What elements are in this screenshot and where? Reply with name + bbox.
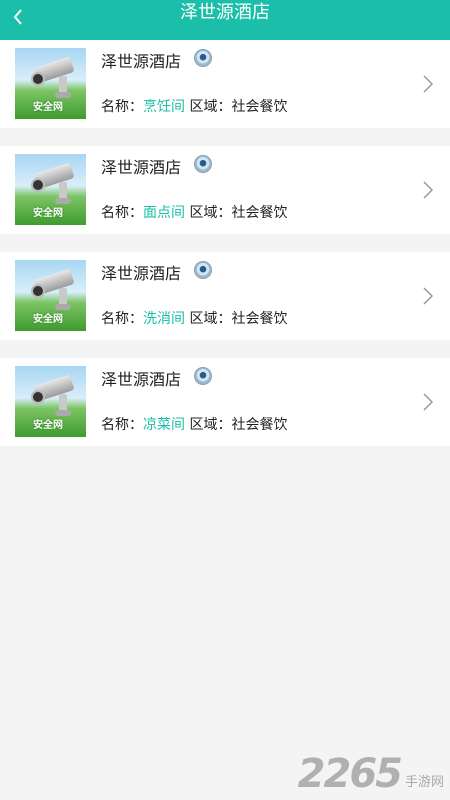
chevron-right-icon [423, 287, 434, 305]
name-label: 名称： [101, 417, 143, 433]
webcam-icon [194, 261, 212, 279]
room-name: 洗消间 [143, 311, 185, 327]
room-name: 面点间 [143, 205, 185, 221]
thumbnail-logo-text: 安全网 [33, 208, 63, 219]
area-label: 区域： [189, 205, 232, 221]
list-item[interactable]: 安全网 泽世源酒店 名称：烹饪间 区域：社会餐饮 [0, 40, 450, 128]
camera-thumbnail: 安全网 [15, 154, 86, 225]
area-label: 区域： [189, 99, 232, 115]
room-name: 烹饪间 [143, 99, 185, 115]
page-title: 泽世源酒店 [180, 2, 270, 23]
chevron-right-icon [423, 393, 434, 411]
area-label: 区域： [189, 311, 232, 327]
thumbnail-logo-text: 安全网 [33, 420, 63, 431]
webcam-icon [194, 155, 212, 173]
item-meta: 名称：洗消间 区域：社会餐饮 [101, 308, 287, 328]
item-meta: 名称：面点间 区域：社会餐饮 [101, 202, 287, 222]
list-item[interactable]: 安全网 泽世源酒店 名称：洗消间 区域：社会餐饮 [0, 252, 450, 340]
webcam-icon [194, 49, 212, 67]
watermark-number: 2265 [297, 751, 403, 797]
area-label: 区域： [189, 417, 232, 433]
item-title: 泽世源酒店 [101, 264, 182, 283]
room-name: 凉菜间 [143, 417, 185, 433]
area-value: 社会餐饮 [231, 311, 288, 327]
item-meta: 名称：凉菜间 区域：社会餐饮 [101, 414, 287, 434]
list-item[interactable]: 安全网 泽世源酒店 名称：面点间 区域：社会餐饮 [0, 146, 450, 234]
item-title: 泽世源酒店 [101, 52, 182, 71]
chevron-right-icon [423, 75, 434, 93]
webcam-icon [194, 367, 212, 385]
area-value: 社会餐饮 [231, 205, 288, 221]
watermark-text: 手游网 [404, 775, 444, 790]
app-header: 泽世源酒店 [0, 0, 450, 40]
name-label: 名称： [101, 311, 143, 327]
camera-thumbnail: 安全网 [15, 48, 86, 119]
camera-thumbnail: 安全网 [15, 260, 86, 331]
item-title: 泽世源酒店 [101, 158, 182, 177]
watermark: 2265 手游网 [298, 754, 444, 794]
camera-thumbnail: 安全网 [15, 366, 86, 437]
list-item[interactable]: 安全网 泽世源酒店 名称：凉菜间 区域：社会餐饮 [0, 358, 450, 446]
chevron-right-icon [423, 181, 434, 199]
name-label: 名称： [101, 99, 143, 115]
item-title: 泽世源酒店 [101, 370, 182, 389]
area-value: 社会餐饮 [231, 99, 288, 115]
item-meta: 名称：烹饪间 区域：社会餐饮 [101, 96, 287, 116]
name-label: 名称： [101, 205, 143, 221]
area-value: 社会餐饮 [231, 417, 288, 433]
camera-list: 安全网 泽世源酒店 名称：烹饪间 区域：社会餐饮 安全网 泽世源酒店 名称：面点… [0, 40, 450, 446]
thumbnail-logo-text: 安全网 [33, 314, 63, 325]
thumbnail-logo-text: 安全网 [33, 102, 63, 113]
